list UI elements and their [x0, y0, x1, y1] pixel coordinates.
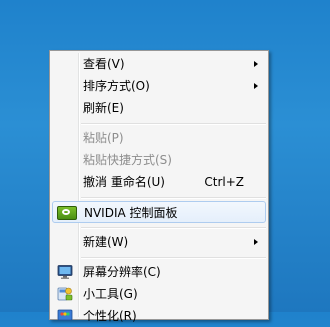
menu-item-shortcut: Ctrl+Z	[204, 175, 244, 189]
menu-item-label: 新建(W)	[83, 235, 129, 249]
menu-item-personalize[interactable]: 个性化(R)	[52, 305, 266, 327]
menu-item-undo-rename[interactable]: 撤消 重命名(U) Ctrl+Z	[52, 171, 266, 193]
menu-item-label: 排序方式(O)	[83, 79, 150, 93]
menu-item-paste-shortcut: 粘贴快捷方式(S)	[52, 149, 266, 171]
menu-item-label: 粘贴快捷方式(S)	[83, 153, 172, 167]
menu-item-label: 个性化(R)	[83, 309, 137, 323]
menu-item-label: 查看(V)	[83, 57, 125, 71]
menu-item-label: 粘贴(P)	[83, 131, 124, 145]
menu-item-paste: 粘贴(P)	[52, 127, 266, 149]
menu-separator	[81, 227, 266, 229]
nvidia-icon	[57, 206, 77, 220]
submenu-arrow-icon	[254, 83, 258, 89]
menu-item-nvidia-control-panel[interactable]: NVIDIA 控制面板	[52, 201, 266, 223]
menu-item-label: NVIDIA 控制面板	[84, 206, 178, 220]
display-icon	[57, 265, 73, 279]
menu-separator	[81, 257, 266, 259]
menu-item-label: 小工具(G)	[83, 287, 138, 301]
menu-separator	[81, 197, 266, 199]
menu-separator	[81, 123, 266, 125]
menu-item-new[interactable]: 新建(W)	[52, 231, 266, 253]
menu-item-label: 刷新(E)	[83, 101, 124, 115]
menu-item-label: 屏幕分辨率(C)	[83, 265, 161, 279]
gadgets-icon	[57, 287, 73, 301]
submenu-arrow-icon	[254, 61, 258, 67]
submenu-arrow-icon	[254, 239, 258, 245]
menu-item-sort-by[interactable]: 排序方式(O)	[52, 75, 266, 97]
menu-item-screen-resolution[interactable]: 屏幕分辨率(C)	[52, 261, 266, 283]
menu-item-refresh[interactable]: 刷新(E)	[52, 97, 266, 119]
menu-item-gadgets[interactable]: 小工具(G)	[52, 283, 266, 305]
desktop-context-menu: 查看(V) 排序方式(O) 刷新(E) 粘贴(P) 粘贴快捷方式(S) 撤消 重…	[49, 50, 269, 323]
menu-item-view[interactable]: 查看(V)	[52, 53, 266, 75]
menu-item-label: 撤消 重命名(U)	[83, 175, 165, 189]
personalize-icon	[57, 309, 73, 321]
